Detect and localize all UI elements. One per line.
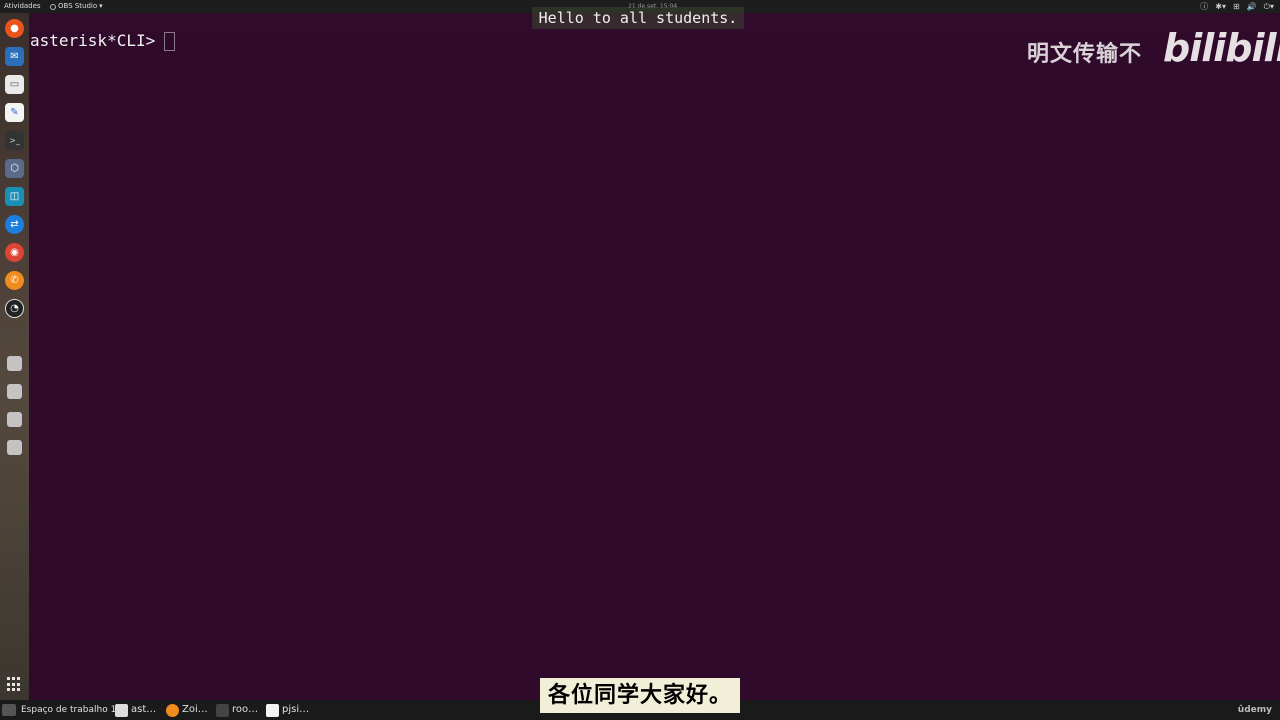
obs-icon[interactable]: ◔ xyxy=(5,299,24,318)
firefox-icon[interactable]: ● xyxy=(5,19,24,38)
workspace-icon xyxy=(2,704,16,716)
udemy-logo: ûdemy xyxy=(1237,705,1272,715)
task-label: pjsi… xyxy=(282,704,310,715)
cli-prompt: asterisk*CLI> xyxy=(30,31,156,50)
bluetooth-icon[interactable]: ✱▾ xyxy=(1215,0,1226,13)
files-icon[interactable]: ▭ xyxy=(5,75,24,94)
remmina-icon[interactable]: ◫ xyxy=(5,187,24,206)
dock: ● ✉ ▭ ✎ >_ ⬡ ◫ ⇄ ◉ ✆ ◔ xyxy=(0,13,29,700)
text-editor-icon[interactable]: ✎ xyxy=(5,103,24,122)
terminal-prompt-line[interactable]: asterisk*CLI> xyxy=(30,31,176,51)
chrome-icon[interactable]: ◉ xyxy=(5,243,24,262)
app-menu[interactable]: OBS Studio ▾ xyxy=(50,0,103,13)
task-label: roo… xyxy=(232,704,259,715)
thunderbird-icon[interactable]: ✉ xyxy=(5,47,24,66)
zoiper-icon[interactable]: ✆ xyxy=(5,271,24,290)
taskbar-item-zoiper[interactable]: Zoi… xyxy=(166,700,208,720)
terminal-window[interactable]: asterisk*CLI> xyxy=(29,13,1280,700)
subtitle-chinese: 各位同学大家好。 xyxy=(540,678,740,713)
subtitle-english: Hello to all students. xyxy=(532,7,744,29)
taskbar-item-ast[interactable]: ast… xyxy=(115,700,156,720)
dock-drive-icon[interactable] xyxy=(7,356,22,371)
taskbar-item-pjsip[interactable]: pjsi… xyxy=(266,700,309,720)
text-editor-icon xyxy=(266,703,279,717)
teamviewer-icon[interactable]: ⇄ xyxy=(5,215,24,234)
workspace-label: Espaço de trabalho 1 xyxy=(21,705,117,715)
virtualbox-icon[interactable]: ⬡ xyxy=(5,159,24,178)
app-menu-label: OBS Studio xyxy=(58,2,98,10)
dock-drive-icon[interactable] xyxy=(7,384,22,399)
folder-icon xyxy=(115,703,128,717)
chevron-down-icon: ▾ xyxy=(99,2,103,10)
workspace-switcher[interactable]: Espaço de trabalho 1 xyxy=(2,700,116,720)
taskbar-item-terminal[interactable]: roo… xyxy=(216,700,258,720)
task-label: Zoi… xyxy=(182,704,208,715)
system-tray[interactable]: ⓘ ✱▾ ⊞ 🔊 ⏻▾ xyxy=(1200,0,1274,13)
power-icon[interactable]: ⏻▾ xyxy=(1264,0,1274,13)
bilibili-logo: bilibili xyxy=(1163,26,1280,70)
show-apps-icon[interactable] xyxy=(7,677,22,692)
obs-app-icon xyxy=(50,3,56,10)
zoiper-icon xyxy=(166,703,179,717)
dock-drive-icon[interactable] xyxy=(7,412,22,427)
activities-button[interactable]: Atividades xyxy=(4,0,41,13)
terminal-cursor xyxy=(164,31,176,51)
watermark-chinese-text: 明文传输不 xyxy=(1027,42,1143,67)
terminal-icon xyxy=(216,703,229,717)
help-icon[interactable]: ⓘ xyxy=(1200,0,1208,13)
network-icon[interactable]: ⊞ xyxy=(1233,0,1240,13)
dock-drive-icon[interactable] xyxy=(7,440,22,455)
volume-icon[interactable]: 🔊 xyxy=(1247,0,1257,13)
terminal-icon[interactable]: >_ xyxy=(5,131,24,150)
task-label: ast… xyxy=(131,704,157,715)
